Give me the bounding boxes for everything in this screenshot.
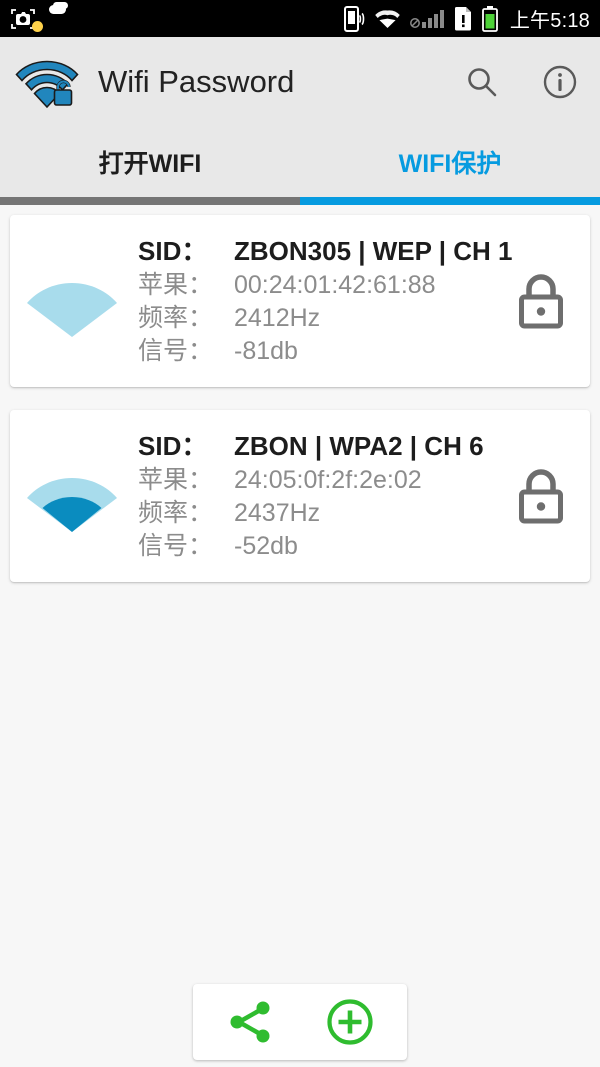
tab-bar: 打开WIFI WIFI保护 — [0, 127, 600, 197]
sim-card-alert-icon — [453, 6, 473, 31]
lock-closed-icon — [514, 271, 568, 331]
frequency-label: 频率： — [138, 498, 214, 527]
ssid-value: ZBON305 | WEP | CH 1 — [234, 236, 513, 267]
ssid-value: ZBON | WPA2 | CH 6 — [234, 431, 484, 462]
wifi-ssid-row: SID： ZBON | WPA2 | CH 6 — [138, 429, 506, 463]
ssid-label: SID： — [138, 431, 208, 462]
wifi-frequency-row: 频率： 2412Hz — [138, 302, 506, 335]
status-bar-left-icons — [10, 7, 46, 31]
wifi-icon — [374, 9, 401, 29]
bottom-action-card — [193, 984, 407, 1060]
mac-value: 24:05:0f:2f:2e:02 — [234, 465, 422, 494]
tab-indicator — [0, 197, 600, 205]
tab-open-wifi[interactable]: 打开WIFI — [0, 127, 300, 197]
wifi-signal-strong-icon — [20, 456, 124, 536]
status-bar-right-icons: 上午5:18 — [343, 4, 590, 33]
page-title: Wifi Password — [98, 64, 295, 99]
ssid-label: SID： — [138, 236, 208, 267]
wifi-ssid-row: SID： ZBON305 | WEP | CH 1 — [138, 234, 512, 268]
bottom-action-bar — [0, 984, 600, 1060]
mac-value: 00:24:01:42:61:88 — [234, 270, 436, 299]
wifi-signal-row: 信号： -52db — [138, 530, 506, 563]
signal-value: -81db — [234, 336, 298, 365]
wifi-signal-weak-icon — [20, 261, 124, 341]
wifi-network-item[interactable]: SID： ZBON305 | WEP | CH 1 苹果： 00:24:01:4… — [10, 215, 590, 387]
signal-label: 信号： — [138, 336, 214, 365]
lock-closed-icon — [514, 466, 568, 526]
battery-icon — [481, 5, 498, 32]
signal-value: -52db — [234, 531, 298, 560]
search-icon[interactable] — [464, 64, 500, 100]
share-icon[interactable] — [226, 997, 276, 1047]
wifi-frequency-row: 频率： 2437Hz — [138, 497, 506, 530]
tab-indicator-wifi-protected — [300, 197, 600, 205]
wifi-network-details: SID： ZBON305 | WEP | CH 1 苹果： 00:24:01:4… — [138, 234, 512, 368]
tab-indicator-open-wifi — [0, 197, 300, 205]
wifi-signal-row: 信号： -81db — [138, 335, 506, 368]
app-bar: Wifi Password — [0, 37, 600, 127]
frequency-value: 2437Hz — [234, 498, 321, 527]
app-bar-actions — [464, 64, 578, 100]
wifi-network-list: SID： ZBON305 | WEP | CH 1 苹果： 00:24:01:4… — [0, 205, 600, 582]
frequency-label: 频率： — [138, 303, 214, 332]
wifi-network-item[interactable]: SID： ZBON | WPA2 | CH 6 苹果： 24:05:0f:2f:… — [10, 410, 590, 582]
info-icon[interactable] — [542, 64, 578, 100]
signal-label: 信号： — [138, 531, 214, 560]
mac-label: 苹果： — [138, 270, 214, 299]
wifi-mac-row: 苹果： 24:05:0f:2f:2e:02 — [138, 464, 506, 497]
tab-wifi-protected[interactable]: WIFI保护 — [300, 127, 600, 197]
status-bar: 上午5:18 — [0, 0, 600, 37]
mac-label: 苹果： — [138, 465, 214, 494]
no-cellular-signal-icon — [409, 8, 444, 30]
phone-sound-icon — [343, 5, 365, 32]
status-bar-clock: 上午5:18 — [509, 10, 590, 32]
frequency-value: 2412Hz — [234, 303, 321, 332]
add-circle-icon[interactable] — [325, 997, 375, 1047]
wifi-mac-row: 苹果： 00:24:01:42:61:88 — [138, 269, 506, 302]
wifi-network-details: SID： ZBON | WPA2 | CH 6 苹果： 24:05:0f:2f:… — [138, 429, 506, 562]
wifi-unlocked-logo — [14, 53, 80, 111]
